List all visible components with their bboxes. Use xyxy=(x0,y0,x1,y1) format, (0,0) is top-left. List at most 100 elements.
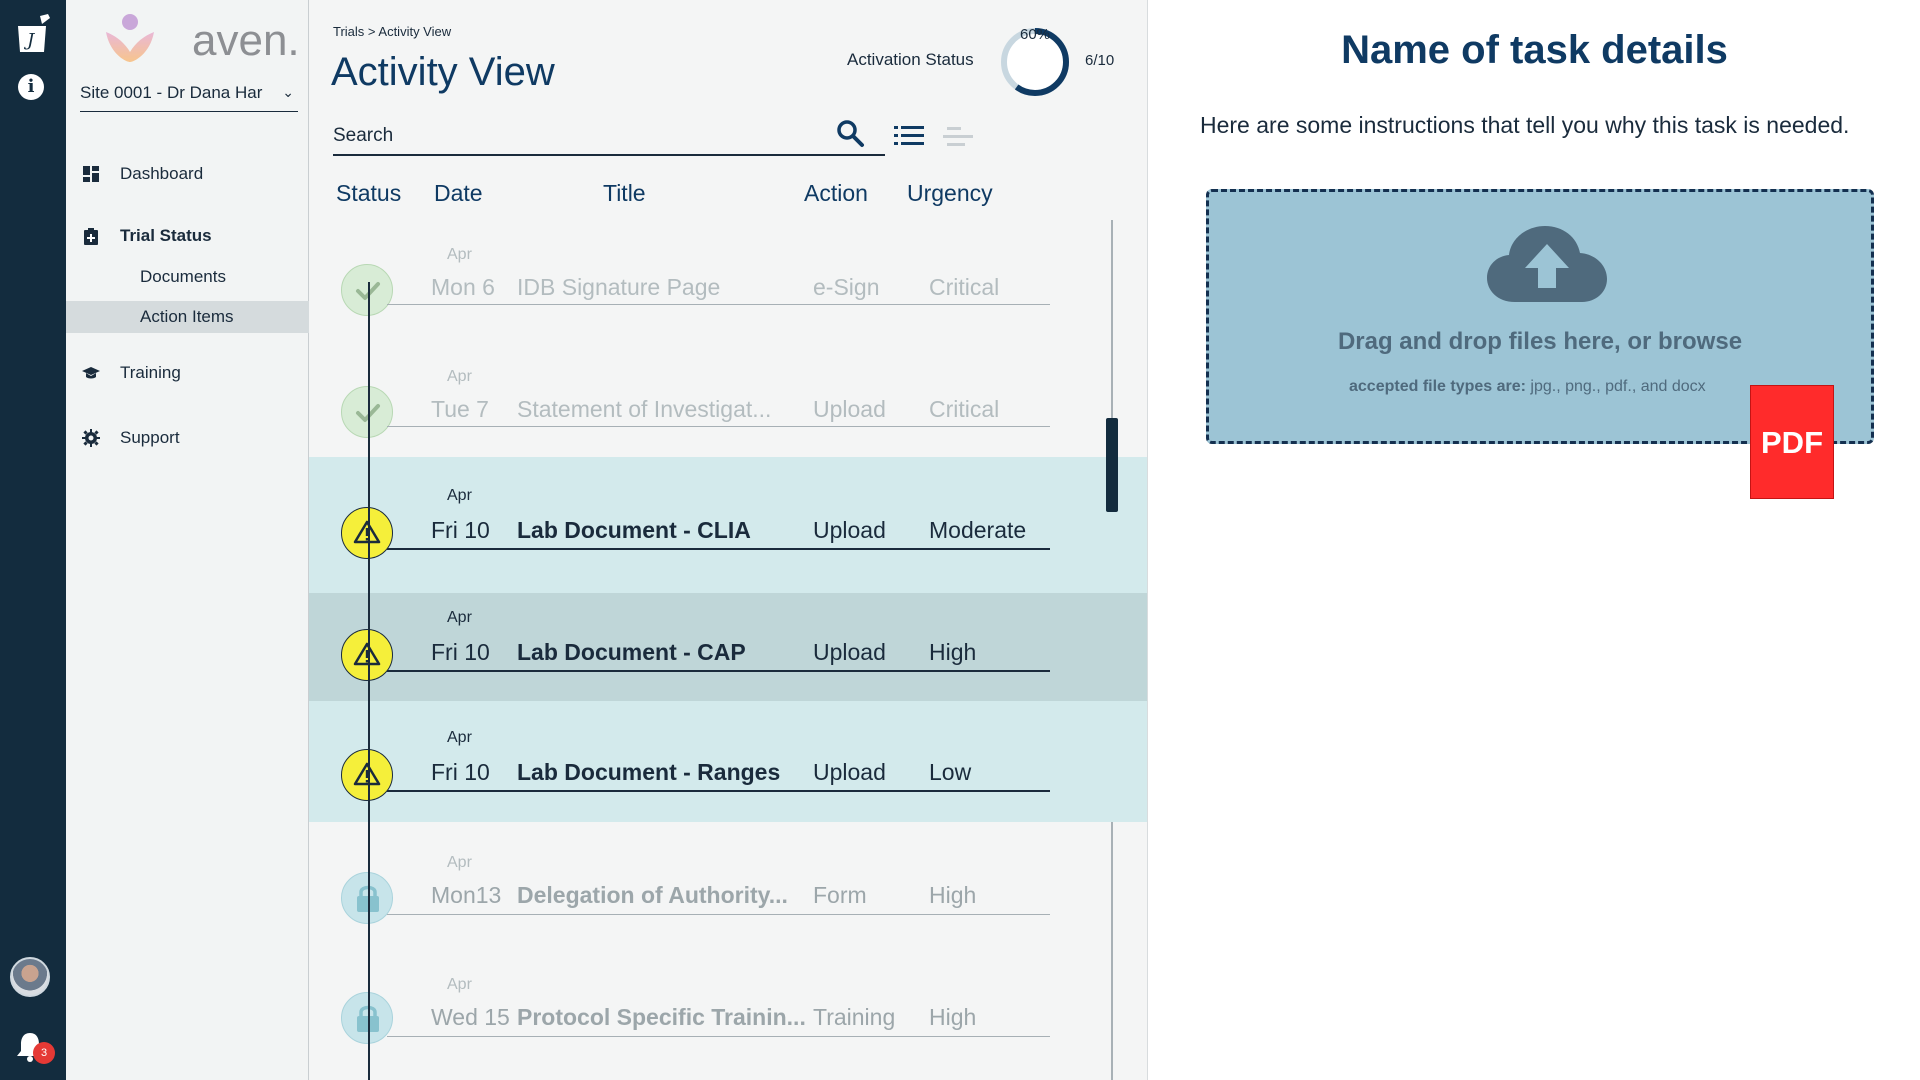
row-urgency: High xyxy=(929,882,977,908)
row-title: Lab Document - CLIA xyxy=(517,517,751,543)
row-divider xyxy=(387,790,1050,792)
row-date: Mon13 xyxy=(431,882,502,908)
row-action: e-Sign xyxy=(813,274,880,300)
sidebar-item-action-items[interactable]: Action Items xyxy=(66,301,309,333)
task-detail-title: Name of task details xyxy=(1341,28,1728,72)
warning-icon xyxy=(341,629,393,681)
table-row[interactable]: Apr Fri 10 Lab Document - CLIA Upload Mo… xyxy=(309,457,1147,593)
warning-icon xyxy=(341,749,393,801)
row-date: Fri 10 xyxy=(431,759,490,785)
table-row[interactable]: Apr Mon 6 IDB Signature Page e-Sign Crit… xyxy=(309,232,1147,354)
row-title: Protocol Specific Trainin... xyxy=(517,1004,806,1030)
row-month: Apr xyxy=(447,368,472,385)
column-header-action[interactable]: Action xyxy=(804,180,868,207)
table-row[interactable]: Apr Fri 10 Lab Document - CAP Upload Hig… xyxy=(309,593,1147,701)
row-divider xyxy=(387,1036,1050,1037)
row-title: Statement of Investigat... xyxy=(517,396,772,422)
sidebar-item-support[interactable]: Support xyxy=(66,422,309,454)
column-header-title[interactable]: Title xyxy=(603,180,646,207)
task-detail-panel: Name of task details Here are some instr… xyxy=(1147,0,1920,1080)
row-date: Tue 7 xyxy=(431,396,489,422)
accepted-types-label: accepted file types are: xyxy=(1349,378,1526,395)
check-icon xyxy=(341,386,393,438)
sidebar-item-dashboard[interactable]: Dashboard xyxy=(66,158,309,190)
breadcrumb[interactable]: Trials > Activity View xyxy=(333,24,451,39)
table-row[interactable]: Apr Wed 15 Protocol Specific Trainin... … xyxy=(309,964,1147,1080)
row-action: Upload xyxy=(813,639,886,665)
row-date: Mon 6 xyxy=(431,274,495,300)
row-date: Wed 15 xyxy=(431,1004,510,1030)
warning-icon xyxy=(341,507,393,559)
row-urgency: Moderate xyxy=(929,517,1027,543)
sidebar-item-label: Dashboard xyxy=(120,164,204,183)
activation-percent: 60% xyxy=(1019,26,1051,43)
activity-panel: Trials > Activity View Activity View Act… xyxy=(309,0,1147,1080)
sidebar: aven. Site 0001 - Dr Dana Har ⌄ Dashboar… xyxy=(66,0,309,1080)
row-month: Apr xyxy=(447,246,472,263)
row-date: Fri 10 xyxy=(431,639,490,665)
cloud-upload-icon xyxy=(1487,226,1607,302)
page-title: Activity View xyxy=(331,50,555,94)
table-row[interactable]: Apr Mon13 Delegation of Authority... For… xyxy=(309,842,1147,964)
row-urgency: Low xyxy=(929,759,972,785)
pdf-file-icon[interactable]: PDF xyxy=(1750,385,1834,499)
column-header-date[interactable]: Date xyxy=(434,180,483,207)
sidebar-item-label: Action Items xyxy=(140,307,234,326)
search-input[interactable] xyxy=(333,118,885,156)
row-divider xyxy=(387,426,1050,427)
accepted-file-types: accepted file types are: jpg., png., pdf… xyxy=(1349,378,1706,396)
drop-zone-label[interactable]: Drag and drop files here, or browse xyxy=(1209,328,1871,356)
row-action: Form xyxy=(813,882,867,908)
column-header-urgency[interactable]: Urgency xyxy=(907,180,993,207)
row-title: Lab Document - Ranges xyxy=(517,759,781,785)
sidebar-item-training[interactable]: Training xyxy=(66,357,309,389)
user-avatar[interactable] xyxy=(10,957,50,997)
task-detail-description: Here are some instructions that tell you… xyxy=(1200,112,1850,138)
sidebar-item-label: Support xyxy=(120,428,180,447)
sidebar-item-label: Trial Status xyxy=(120,226,212,245)
site-selector-label: Site 0001 - Dr Dana Har xyxy=(80,83,263,102)
search-icon[interactable] xyxy=(835,118,865,148)
row-month: Apr xyxy=(447,729,472,746)
brand-name: aven. xyxy=(192,16,300,65)
accepted-types-value: jpg., png., pdf., and docx xyxy=(1525,378,1706,395)
check-icon xyxy=(341,264,393,316)
sidebar-item-documents[interactable]: Documents xyxy=(66,261,309,293)
lock-icon xyxy=(341,872,393,924)
sidebar-item-label: Training xyxy=(120,363,181,382)
chevron-down-icon: ⌄ xyxy=(282,84,294,100)
column-header-status[interactable]: Status xyxy=(336,180,401,207)
row-action: Upload xyxy=(813,759,886,785)
row-action: Upload xyxy=(813,517,886,543)
lock-icon xyxy=(341,992,393,1044)
brand-logo: aven. xyxy=(100,8,300,68)
timeline-view-icon[interactable] xyxy=(943,124,975,150)
row-divider xyxy=(387,670,1050,672)
table-row[interactable]: Apr Fri 10 Lab Document - Ranges Upload … xyxy=(309,701,1147,822)
list-view-icon[interactable] xyxy=(893,122,925,150)
row-urgency: Critical xyxy=(929,274,1000,300)
row-month: Apr xyxy=(447,487,472,504)
row-action: Upload xyxy=(813,396,886,422)
timeline-line xyxy=(368,282,370,1080)
row-urgency: High xyxy=(929,1004,977,1030)
row-divider xyxy=(387,304,1050,305)
dashboard-icon xyxy=(83,166,99,182)
row-month: Apr xyxy=(447,854,472,871)
row-divider xyxy=(387,914,1050,915)
info-icon[interactable]: i xyxy=(18,74,44,100)
row-date: Fri 10 xyxy=(431,517,490,543)
graduation-cap-icon xyxy=(82,367,100,379)
sidebar-item-trial-status[interactable]: Trial Status xyxy=(66,220,309,252)
row-divider xyxy=(387,548,1050,550)
scrollbar-thumb[interactable] xyxy=(1106,418,1118,512)
clipboard-icon xyxy=(84,228,98,245)
row-month: Apr xyxy=(447,976,472,993)
gear-icon xyxy=(82,429,100,447)
row-title: Delegation of Authority... xyxy=(517,882,788,908)
mortar-pestle-logo-icon[interactable]: J xyxy=(10,12,54,56)
row-month: Apr xyxy=(447,609,472,626)
site-selector[interactable]: Site 0001 - Dr Dana Har ⌄ xyxy=(80,80,298,112)
app-rail: J i 3 xyxy=(0,0,66,1080)
row-title: Lab Document - CAP xyxy=(517,639,746,665)
